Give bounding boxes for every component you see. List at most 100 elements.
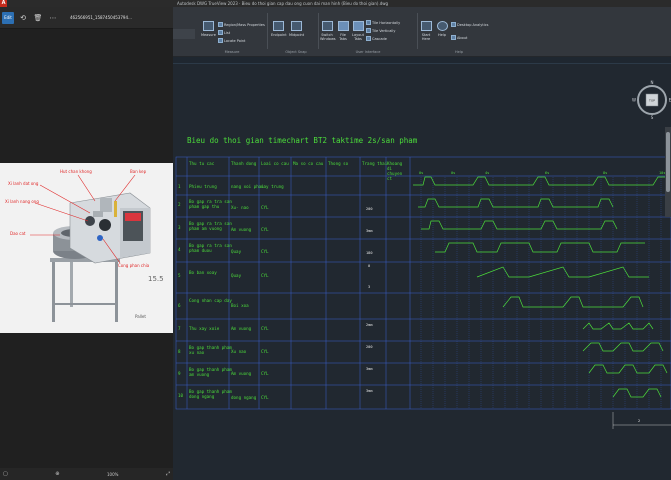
help-group-label: Help [455, 50, 463, 54]
measure-button[interactable]: Measure [201, 21, 216, 37]
row-device: CYL [261, 273, 269, 278]
fit-icon[interactable]: ▢ [3, 471, 8, 477]
row-step: Thu xay xoie [189, 326, 220, 331]
state-value: 3 [368, 285, 371, 289]
info-icon [451, 35, 456, 40]
row-step: Bo gap ra tra san pham am vuong [189, 221, 232, 231]
row-step: Phieu trung [189, 184, 217, 189]
row-step: Bo gap ra tra san pham gap thu [189, 199, 232, 209]
locate-point-button[interactable]: Locate Point [218, 38, 245, 43]
row-no: 1 [178, 184, 181, 189]
scrollbar-thumb[interactable] [666, 132, 670, 192]
row-action: Xu- nao [231, 205, 249, 210]
machine-photo: Hut chan khong Xi lanh dat ong Ban kep X… [0, 163, 173, 333]
tile-horizontally-button[interactable]: Tile Horizontally [366, 20, 400, 25]
photo-label-c: Ban kep [130, 169, 147, 174]
row-action: Am vuong [231, 371, 252, 376]
viewer-toolbar: Edit ⟲ 🗑 ⋯ 462566951_1587450453794… [0, 7, 173, 29]
header-params: Thong so [328, 161, 349, 166]
photo-label-f: Cong phan chia [118, 263, 150, 268]
tile-v-icon [366, 28, 371, 33]
row-no: 4 [178, 247, 181, 252]
row-step: Cong nhan cap day [189, 298, 232, 303]
desktop-analytics-button[interactable]: Desktop Analytics [451, 22, 488, 27]
time-label: 6s [545, 171, 550, 175]
header-step: Thu tu cac [189, 161, 215, 166]
help-button[interactable]: Help [435, 21, 449, 37]
state-value: 200 [366, 345, 373, 349]
row-action: Boi xoa [231, 303, 249, 308]
drawing-canvas[interactable]: Bieu do thoi gian timechart BT2 taktime … [173, 57, 671, 480]
photo-label-a: Hut chan khong [60, 169, 92, 174]
header-travel: Khoang di chuyen ct [387, 161, 403, 181]
machine-illustration: Hut chan khong Xi lanh dat ong Ban kep X… [0, 163, 173, 333]
cascade-icon [366, 36, 371, 41]
rotate-icon[interactable]: ⟲ [17, 12, 29, 24]
list-icon [218, 30, 223, 35]
state-value: 3mm [366, 367, 373, 371]
user-interface-group: Switch Windows File Tabs Layout Tabs Til… [320, 11, 416, 55]
region-mass-button[interactable]: Region/Mass Properties [218, 22, 265, 27]
row-action: Xu nao [231, 349, 247, 354]
photo-label-b: Xi lanh dat ong [8, 181, 39, 186]
dimension-label: 2 [638, 419, 641, 423]
state-value: 200 [366, 207, 373, 211]
photo-label-g: 15.5 [148, 275, 164, 283]
header-action: Thanh dong [231, 161, 257, 166]
viewer-footer: ▢ ⊕ 100% ⤢ [0, 468, 173, 480]
file-tabs-button[interactable]: File Tabs [336, 21, 350, 41]
image-filename: 462566951_1587450453794… [70, 15, 132, 20]
header-state: Trang thai [362, 161, 388, 166]
edit-button[interactable]: Edit [2, 11, 14, 24]
chart-title: Bieu do thoi gian timechart BT2 taktime … [187, 136, 418, 145]
vertical-scrollbar[interactable] [665, 127, 671, 217]
fullscreen-icon[interactable]: ⤢ [166, 471, 170, 477]
state-value: 3mm [366, 389, 373, 393]
time-label: 0s [419, 171, 424, 175]
delete-icon[interactable]: 🗑 [32, 12, 44, 24]
start-here-button[interactable]: Start Here [419, 21, 433, 41]
switch-windows-button[interactable]: Switch Windows [320, 21, 336, 41]
layout-tabs-button[interactable]: Layout Tabs [351, 21, 365, 41]
endpoint-button[interactable]: Endpoint [271, 21, 287, 37]
state-value: 180 [366, 251, 373, 255]
ribbon-left-stub [173, 29, 195, 39]
image-viewer-panel: Edit ⟲ 🗑 ⋯ 462566951_1587450453794… Hut … [0, 7, 173, 480]
row-step: Bo gap thanh pham am vuong [189, 367, 232, 377]
list-button[interactable]: List [218, 30, 230, 35]
row-action: nang xoi phai [231, 184, 264, 189]
point-icon [218, 38, 223, 43]
about-button[interactable]: About [451, 35, 467, 40]
row-action: Quay [231, 249, 242, 254]
row-device: CYL [261, 371, 269, 376]
ruler-icon [202, 21, 214, 31]
row-device: nay trung [261, 184, 284, 189]
zoom-level[interactable]: 100% [107, 472, 118, 477]
object-snap-group: Endpoint Midpoint Object Snap [269, 11, 323, 55]
cascade-button[interactable]: Cascade [366, 36, 387, 41]
row-no: 5 [178, 273, 181, 278]
row-device: CYL [261, 249, 269, 254]
row-action: Quay [231, 273, 242, 278]
row-action: Am vuong [231, 326, 252, 331]
help-icon [436, 21, 448, 31]
user-interface-group-label: User Interface [355, 50, 381, 54]
time-label: 8s [603, 171, 608, 175]
region-icon [218, 22, 223, 27]
app-logo[interactable]: A [0, 0, 7, 7]
help-group: Start Here Help Desktop Analytics About … [419, 11, 499, 55]
zoom-in-icon[interactable]: ⊕ [55, 471, 59, 477]
tile-vertically-button[interactable]: Tile Vertically [366, 28, 395, 33]
row-device: CYL [261, 205, 269, 210]
ribbon: Measure Region/Mass Properties List Loca… [173, 7, 671, 57]
row-no: 7 [178, 326, 181, 331]
more-icon[interactable]: ⋯ [47, 12, 59, 24]
midpoint-button[interactable]: Midpoint [289, 21, 304, 37]
row-no: 2 [178, 202, 181, 207]
start-icon [420, 21, 432, 31]
compass-south: S [651, 115, 654, 120]
viewcube-compass[interactable]: TOP N S E W [632, 80, 671, 120]
row-step: Bo gap thanh pham xu nao [189, 345, 232, 355]
compass-north: N [651, 80, 654, 85]
cad-linework [175, 156, 671, 429]
